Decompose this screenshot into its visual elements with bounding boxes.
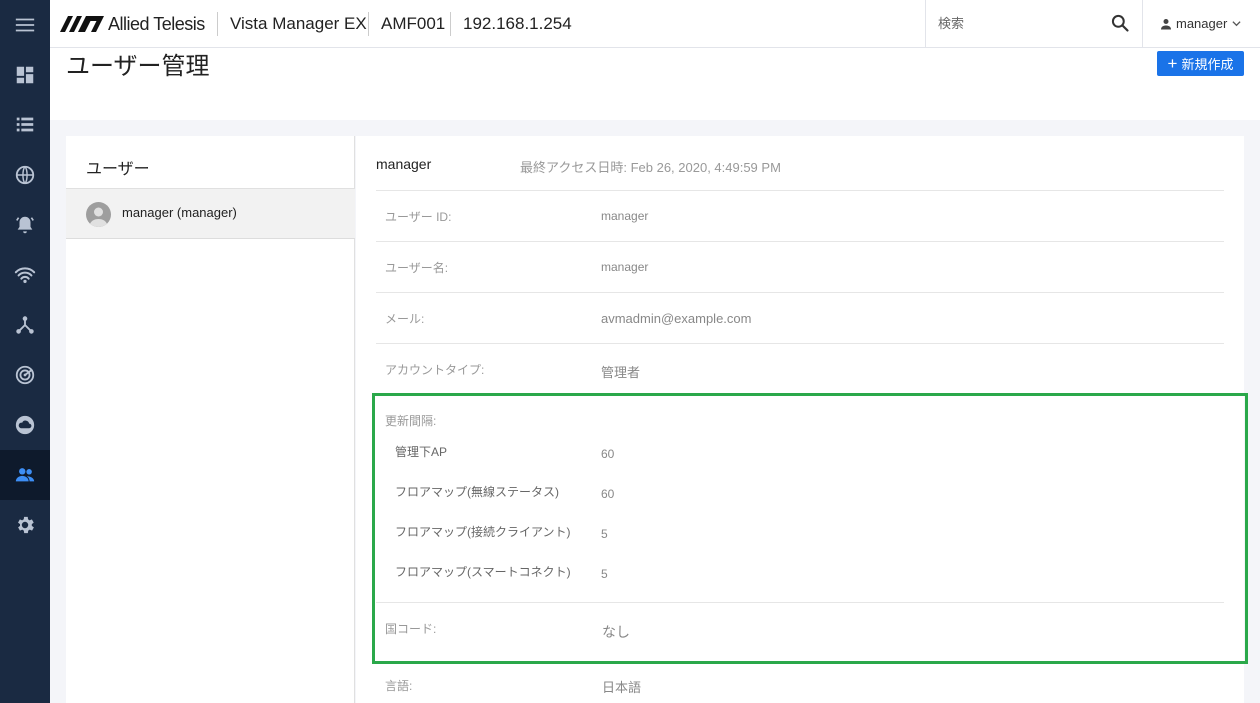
header-divider — [450, 12, 451, 36]
page-title: ユーザー管理 — [66, 53, 210, 80]
user-detail-panel: manager 最終アクセス日時: Feb 26, 2020, 4:49:59 … — [356, 136, 1244, 703]
floormap-clients-label: フロアマップ(接続クライアント) — [395, 525, 571, 539]
detail-user-name: manager — [376, 156, 432, 172]
account-type-value: 管理者 — [601, 365, 641, 380]
floormap-smart-label: フロアマップ(スマートコネクト) — [395, 565, 571, 579]
nav-wifi[interactable] — [0, 250, 50, 300]
refresh-interval-label: 更新間隔: — [385, 414, 437, 428]
nav-topology[interactable] — [0, 300, 50, 350]
new-user-button[interactable]: + 新規作成 — [1157, 51, 1244, 76]
wifi-icon — [14, 267, 36, 284]
radar-icon — [15, 365, 35, 385]
search-icon[interactable] — [1110, 13, 1130, 33]
nav-rail — [0, 0, 50, 703]
user-name-value: manager — [601, 260, 649, 274]
device-ip: 192.168.1.254 — [463, 14, 572, 33]
user-list-title: ユーザー — [86, 161, 150, 178]
users-icon — [15, 468, 35, 482]
managed-ap-label: 管理下AP — [395, 445, 448, 459]
list-icon — [16, 117, 34, 132]
account-type-label: アカウントタイプ: — [385, 363, 485, 377]
globe-icon — [15, 165, 35, 185]
divider — [376, 241, 1224, 242]
search-input[interactable] — [938, 13, 1098, 33]
current-user: manager — [1176, 16, 1228, 31]
nav-users[interactable] — [0, 450, 50, 500]
nav-radar[interactable] — [0, 350, 50, 400]
language-value: 日本語 — [602, 680, 642, 695]
email-value: avmadmin@example.com — [601, 311, 752, 326]
country-code-value: なし — [602, 624, 630, 640]
brand-logo: Allied Telesis — [60, 14, 205, 34]
divider — [376, 292, 1224, 293]
floormap-wireless-label: フロアマップ(無線ステータス) — [395, 485, 559, 499]
user-menu[interactable]: manager — [1160, 16, 1241, 31]
header-divider — [217, 12, 218, 36]
divider — [376, 190, 1224, 191]
divider — [376, 602, 1224, 603]
top-header: Allied Telesis Vista Manager EX AMF001 1… — [50, 0, 1260, 48]
user-list-panel: ユーザー manager (manager) — [66, 136, 355, 703]
nav-settings[interactable] — [0, 500, 50, 550]
floormap-smart-value: 5 — [601, 567, 608, 581]
menu-icon — [15, 18, 35, 32]
product-name: Vista Manager EX — [230, 14, 367, 33]
user-list-item[interactable]: manager (manager) — [66, 189, 355, 239]
brand-name: Allied Telesis — [108, 13, 205, 34]
person-icon — [1161, 18, 1171, 29]
managed-ap-value: 60 — [601, 447, 615, 461]
cloud-icon — [15, 415, 35, 435]
avatar — [86, 202, 111, 227]
nav-cloud[interactable] — [0, 400, 50, 450]
divider — [376, 394, 1224, 395]
chevron-down-icon — [1232, 21, 1241, 27]
user-id-label: ユーザー ID: — [385, 210, 452, 224]
topology-icon — [16, 316, 34, 334]
country-code-label: 国コード: — [385, 622, 437, 636]
divider — [376, 343, 1224, 344]
menu-button[interactable] — [0, 0, 50, 50]
language-label: 言語: — [385, 679, 413, 693]
plus-icon: + — [1167, 54, 1178, 73]
new-user-button-label: 新規作成 — [1181, 57, 1234, 72]
avatar-person-icon — [89, 207, 108, 227]
header-divider — [368, 12, 369, 36]
user-id-value: manager — [601, 209, 649, 223]
user-list-item-label: manager (manager) — [122, 205, 237, 220]
allied-telesis-logo-icon — [60, 16, 104, 32]
floormap-clients-value: 5 — [601, 527, 608, 541]
device-name: AMF001 — [381, 14, 446, 33]
floormap-wireless-value: 60 — [601, 487, 615, 501]
email-label: メール: — [385, 312, 425, 326]
last-access-time: 最終アクセス日時: Feb 26, 2020, 4:49:59 PM — [520, 160, 781, 175]
nav-list[interactable] — [0, 100, 50, 150]
nav-dashboard[interactable] — [0, 50, 50, 100]
alarm-icon — [16, 216, 34, 234]
nav-globe[interactable] — [0, 150, 50, 200]
nav-alarm[interactable] — [0, 200, 50, 250]
gear-icon — [18, 516, 34, 534]
user-name-label: ユーザー名: — [385, 261, 449, 275]
dashboard-icon — [16, 66, 34, 84]
search-box — [925, 0, 1143, 47]
